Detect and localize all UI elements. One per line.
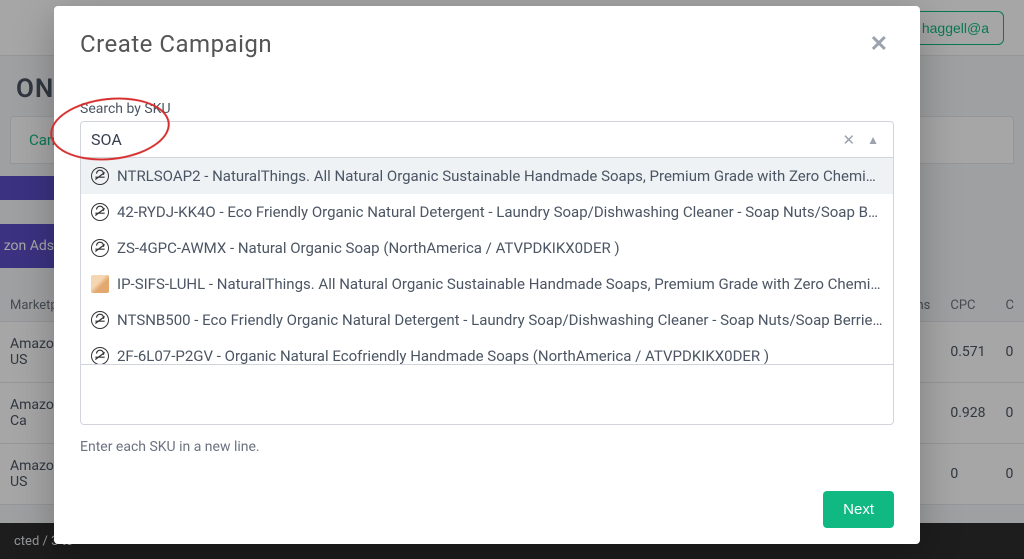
list-item[interactable]: 42-RYDJ-KK4O - Eco Friendly Organic Natu… xyxy=(81,194,893,230)
clear-icon[interactable]: ✕ xyxy=(835,131,864,149)
helper-text: Enter each SKU in a new line. xyxy=(80,439,894,455)
list-item[interactable]: ZS-4GPC-AWMX - Natural Organic Soap (Nor… xyxy=(81,230,893,266)
list-item-label: 2F-6L07-P2GV - Organic Natural Ecofriend… xyxy=(117,347,769,365)
list-item[interactable]: IP-SIFS-LUHL - NaturalThings. All Natura… xyxy=(81,266,893,302)
list-item-label: NTRLSOAP2 - NaturalThings. All Natural O… xyxy=(117,167,883,185)
search-label: Search by SKU xyxy=(80,101,894,117)
list-item-label: IP-SIFS-LUHL - NaturalThings. All Natura… xyxy=(117,275,883,293)
next-button[interactable]: Next xyxy=(823,491,894,528)
chevron-up-icon[interactable]: ▲ xyxy=(863,133,883,147)
product-thumb-icon xyxy=(91,275,109,293)
no-image-icon xyxy=(91,347,109,365)
sku-search-input[interactable] xyxy=(91,130,835,149)
list-item[interactable]: NTRLSOAP2 - NaturalThings. All Natural O… xyxy=(81,158,893,194)
sku-textarea[interactable] xyxy=(80,365,894,425)
no-image-icon xyxy=(91,203,109,221)
sku-dropdown: NTRLSOAP2 - NaturalThings. All Natural O… xyxy=(80,157,894,365)
list-item-label: ZS-4GPC-AWMX - Natural Organic Soap (Nor… xyxy=(117,239,620,257)
list-item-label: 42-RYDJ-KK4O - Eco Friendly Organic Natu… xyxy=(117,203,883,221)
list-item[interactable]: 2F-6L07-P2GV - Organic Natural Ecofriend… xyxy=(81,338,893,365)
no-image-icon xyxy=(91,167,109,185)
modal-title: Create Campaign xyxy=(80,30,272,58)
sku-combobox: ✕ ▲ NTRLSOAP2 - NaturalThings. All Natur… xyxy=(80,121,894,429)
create-campaign-modal: Create Campaign ✕ Search by SKU ✕ ▲ NTRL… xyxy=(54,6,920,544)
no-image-icon xyxy=(91,239,109,257)
list-item-label: NTSNB500 - Eco Friendly Organic Natural … xyxy=(117,311,883,329)
no-image-icon xyxy=(91,311,109,329)
close-icon[interactable]: ✕ xyxy=(864,30,894,59)
list-item[interactable]: NTSNB500 - Eco Friendly Organic Natural … xyxy=(81,302,893,338)
